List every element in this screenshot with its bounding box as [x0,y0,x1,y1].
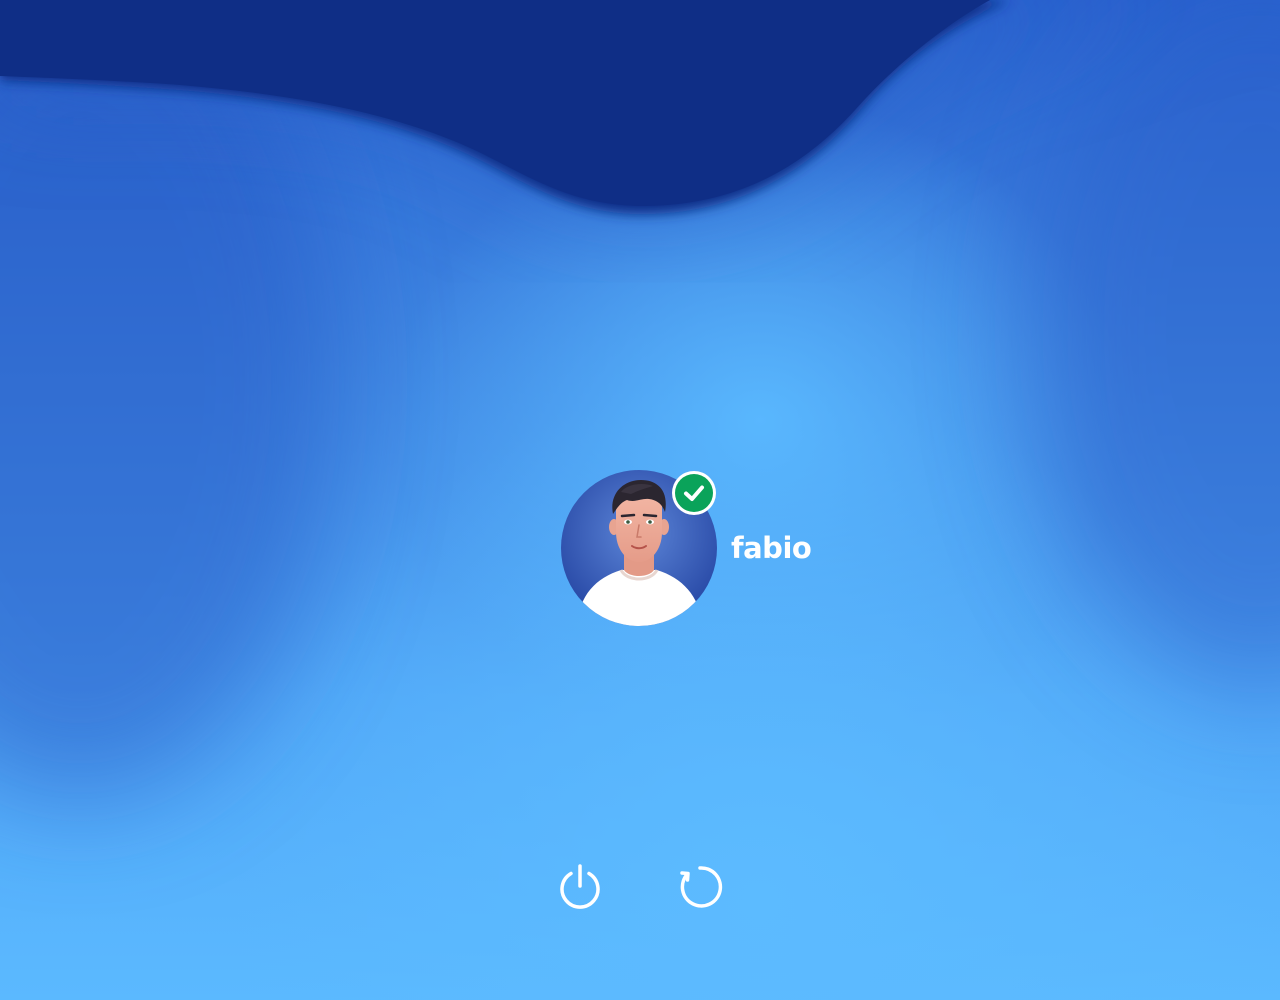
verified-status-badge [672,471,716,515]
user-card[interactable]: fabio [561,470,821,628]
username-label[interactable]: fabio [731,528,812,568]
shutdown-button[interactable] [553,860,607,914]
checkmark-icon [675,474,713,512]
power-controls [553,860,728,914]
restart-button[interactable] [673,860,727,914]
restart-icon [680,866,723,908]
power-icon [560,864,600,909]
